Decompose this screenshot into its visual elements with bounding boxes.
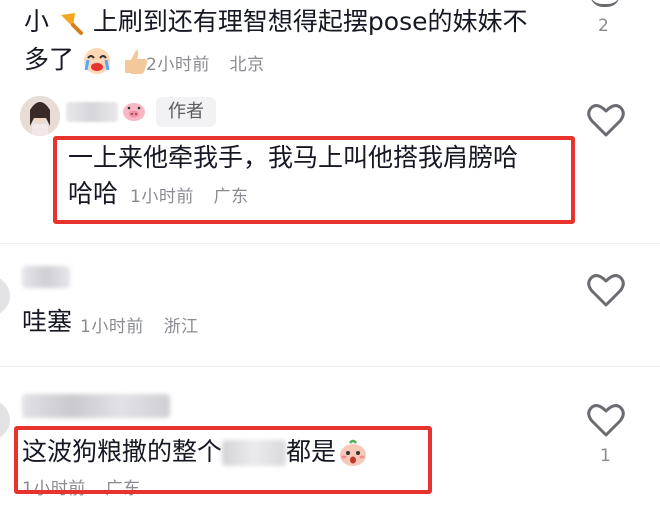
heart-outline-icon	[587, 104, 625, 137]
comment-1-meta: 2小时前 北京	[146, 50, 265, 75]
comment-1-text-b: 上刷到还有理智想得起摆pose的妹妹不	[92, 7, 528, 36]
comment-1-line-1: 小 上刷到还有理智想得起摆pose的妹妹不	[24, 4, 528, 40]
comment-1-text-line2: 多了	[24, 45, 75, 74]
comment-3-time: 1小时前	[80, 317, 144, 337]
comment-1-like-count: 2	[598, 16, 609, 36]
divider-1	[0, 243, 660, 244]
crying-emoji-icon	[82, 46, 112, 76]
comment-1-heart-partial[interactable]	[590, 0, 620, 7]
comment-3-meta: 1小时前 浙江	[80, 312, 199, 337]
username-blurred[interactable]	[22, 394, 170, 418]
author-badge-label: 作者	[168, 101, 204, 122]
avatar-partial[interactable]	[0, 276, 10, 316]
comment-1-line-2: 多了	[24, 42, 150, 78]
comment-1-location: 北京	[229, 55, 265, 75]
comment-3: 哇塞 1小时前 浙江	[0, 250, 660, 350]
shovel-emoji-icon	[57, 9, 85, 37]
author-badge: 作者	[156, 97, 216, 127]
comment-4-like-button[interactable]	[586, 402, 626, 438]
comment-1-time: 2小时前	[146, 55, 210, 75]
avatar-partial[interactable]	[0, 400, 10, 440]
heart-outline-icon	[587, 274, 625, 307]
comment-1-text-a: 小	[24, 7, 50, 36]
username-blurred[interactable]	[22, 266, 70, 288]
comment-4-like-count: 1	[600, 446, 611, 466]
highlight-box-1	[53, 136, 575, 224]
username-blurred[interactable]	[66, 102, 118, 122]
pig-emoji-icon	[122, 100, 146, 122]
comment-3-like-button[interactable]	[586, 272, 626, 308]
avatar[interactable]	[20, 96, 60, 136]
comment-2-like-button[interactable]	[586, 102, 626, 138]
comment-3-text: 哇塞	[22, 307, 73, 336]
highlight-box-2	[14, 426, 432, 494]
heart-outline-icon	[587, 404, 625, 437]
comment-3-location: 浙江	[163, 317, 199, 337]
divider-2	[0, 366, 660, 367]
comment-1: 小 上刷到还有理智想得起摆pose的妹妹不 多了 2小时前 北京 2	[0, 0, 660, 80]
